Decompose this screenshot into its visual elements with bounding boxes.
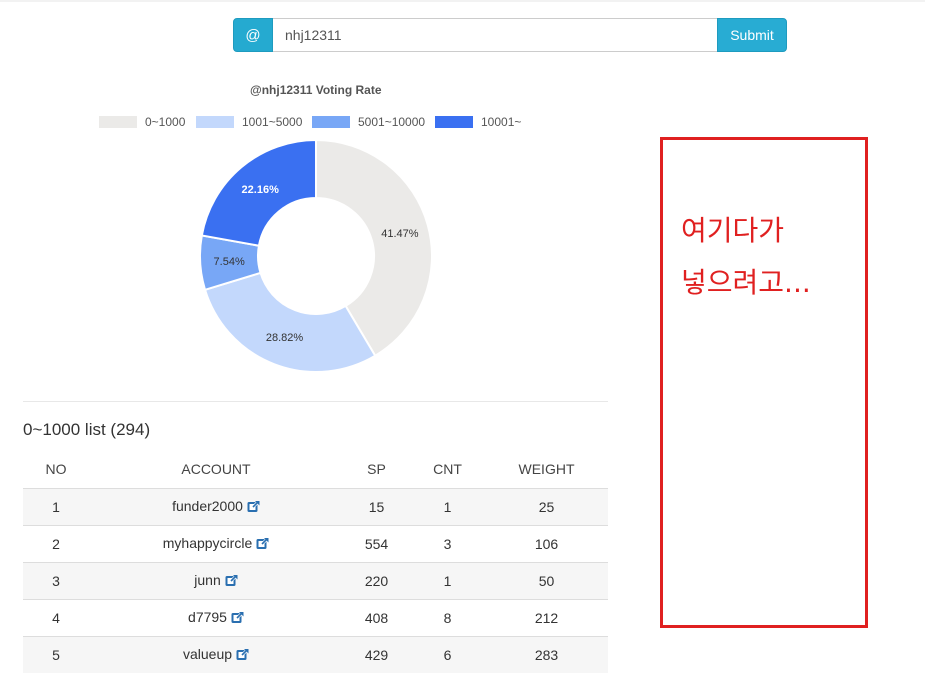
row-account: valueup bbox=[89, 635, 343, 673]
account-link[interactable]: junn bbox=[194, 572, 220, 588]
legend-label: 0~1000 bbox=[145, 115, 186, 129]
account-link[interactable]: valueup bbox=[183, 646, 232, 662]
row-cnt: 3 bbox=[410, 524, 485, 562]
row-weight: 283 bbox=[485, 635, 608, 673]
table-row: 2 myhappycircle 554 3 106 bbox=[23, 524, 608, 562]
row-weight: 106 bbox=[485, 524, 608, 562]
column-header-weight: WEIGHT bbox=[485, 451, 608, 489]
row-sp: 408 bbox=[343, 598, 410, 636]
submit-button[interactable]: Submit bbox=[717, 18, 787, 52]
legend-item[interactable]: 10001~ bbox=[435, 115, 521, 129]
column-header-account: ACCOUNT bbox=[89, 451, 343, 489]
slice-label: 22.16% bbox=[242, 184, 280, 196]
row-sp: 220 bbox=[343, 561, 410, 599]
external-link-icon[interactable] bbox=[225, 573, 238, 590]
legend-item[interactable]: 5001~10000 bbox=[312, 115, 425, 129]
row-cnt: 1 bbox=[410, 487, 485, 525]
at-sign-addon: @ bbox=[233, 18, 273, 52]
row-account: funder2000 bbox=[89, 487, 343, 525]
table-row: 5 valueup 429 6 283 bbox=[23, 635, 608, 673]
row-no: 5 bbox=[23, 635, 89, 673]
table-row: 1 funder2000 15 1 25 bbox=[23, 487, 608, 525]
row-account: myhappycircle bbox=[89, 524, 343, 562]
row-weight: 50 bbox=[485, 561, 608, 599]
legend-swatch bbox=[312, 116, 350, 128]
annotation-box: 여기다가 넣으려고... bbox=[660, 137, 868, 628]
column-header-cnt: CNT bbox=[410, 451, 485, 489]
donut-slice[interactable] bbox=[203, 271, 377, 373]
table-row: 4 d7795 408 8 212 bbox=[23, 598, 608, 636]
row-sp: 15 bbox=[343, 487, 410, 525]
external-link-icon[interactable] bbox=[236, 648, 249, 664]
external-link-icon[interactable] bbox=[231, 610, 244, 627]
legend-item[interactable]: 1001~5000 bbox=[196, 115, 302, 129]
table-row: 3 junn 220 1 50 bbox=[23, 561, 608, 599]
row-sp: 429 bbox=[343, 635, 410, 673]
row-no: 2 bbox=[23, 524, 89, 562]
row-no: 1 bbox=[23, 487, 89, 525]
account-link[interactable]: d7795 bbox=[188, 609, 227, 625]
slice-label: 28.82% bbox=[266, 332, 304, 344]
row-account: d7795 bbox=[89, 598, 343, 636]
account-link[interactable]: myhappycircle bbox=[163, 535, 252, 551]
table-header-row: NO ACCOUNT SP CNT WEIGHT bbox=[23, 451, 608, 489]
section-divider bbox=[23, 401, 608, 402]
list-title: 0~1000 list (294) bbox=[23, 420, 151, 439]
chart-title: @nhj12311 Voting Rate bbox=[250, 83, 382, 97]
column-header-no: NO bbox=[23, 451, 89, 489]
voting-list-table: NO ACCOUNT SP CNT WEIGHT 1 funder2000 15 1 2… bbox=[23, 451, 608, 673]
legend-label: 1001~5000 bbox=[242, 115, 303, 129]
row-account: junn bbox=[89, 561, 343, 599]
legend-label: 10001~ bbox=[481, 115, 522, 129]
external-link-icon[interactable] bbox=[247, 499, 260, 516]
row-weight: 212 bbox=[485, 598, 608, 636]
top-border bbox=[0, 0, 925, 2]
username-input[interactable] bbox=[273, 18, 717, 52]
account-link[interactable]: funder2000 bbox=[172, 498, 243, 514]
legend-swatch bbox=[99, 116, 137, 128]
row-weight: 25 bbox=[485, 487, 608, 525]
external-link-icon[interactable] bbox=[256, 536, 269, 553]
row-sp: 554 bbox=[343, 524, 410, 562]
row-cnt: 6 bbox=[410, 635, 485, 673]
column-header-sp: SP bbox=[343, 451, 410, 489]
legend-swatch bbox=[435, 116, 473, 128]
row-cnt: 8 bbox=[410, 598, 485, 636]
slice-label: 7.54% bbox=[214, 256, 245, 268]
row-no: 4 bbox=[23, 598, 89, 636]
legend-swatch bbox=[196, 116, 234, 128]
legend-label: 5001~10000 bbox=[358, 115, 426, 129]
row-no: 3 bbox=[23, 561, 89, 599]
slice-label: 41.47% bbox=[381, 228, 419, 240]
legend-item[interactable]: 0~1000 bbox=[99, 115, 185, 129]
voting-rate-donut-chart: 41.47% 28.82% 7.54% 22.16% bbox=[199, 138, 433, 373]
row-cnt: 1 bbox=[410, 561, 485, 599]
annotation-text: 여기다가 넣으려고... bbox=[681, 214, 811, 299]
search-bar: @ Submit bbox=[233, 18, 787, 52]
